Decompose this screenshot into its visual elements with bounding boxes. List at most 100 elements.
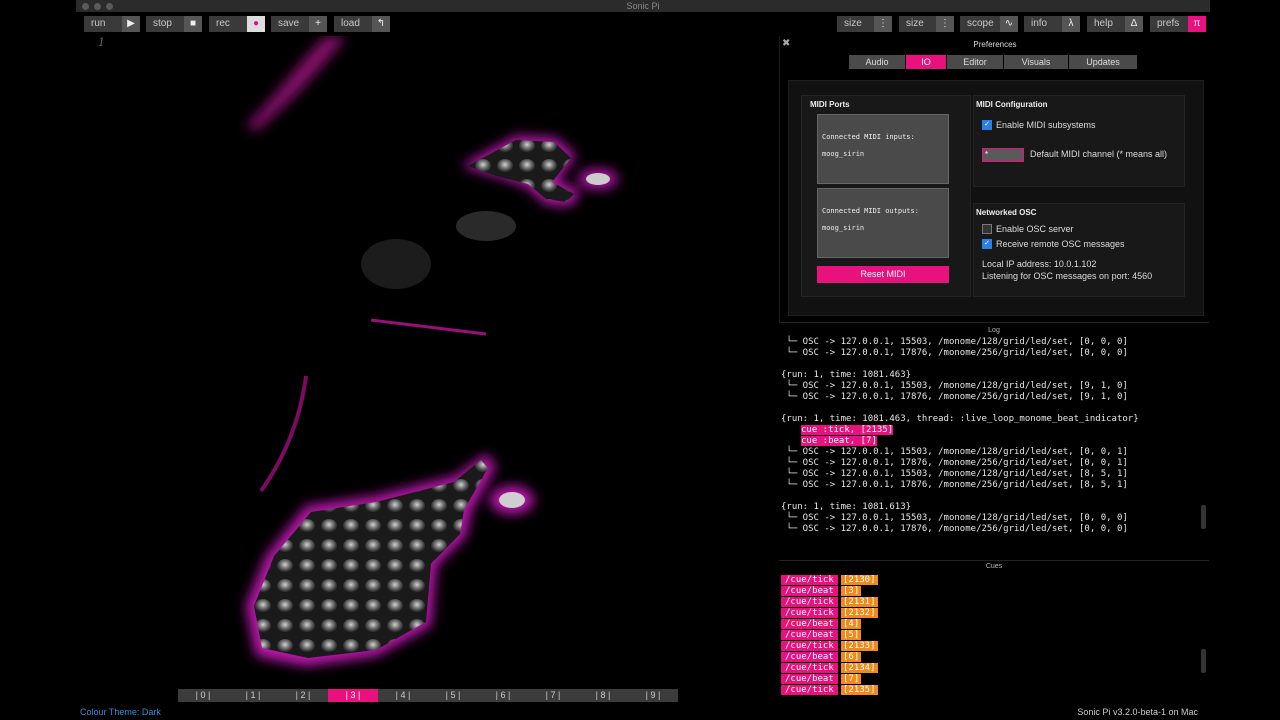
receive-remote-osc-checkbox[interactable]: ✓ Receive remote OSC messages <box>982 239 1125 249</box>
cues-title: Cues <box>985 563 1003 570</box>
info-button[interactable]: info λ <box>1024 16 1080 32</box>
cue-path: /cue/tick <box>781 597 838 607</box>
preferences-panel: ✖ Preferences Audio IO Editor Visuals Up… <box>779 36 1210 322</box>
cues-panel[interactable]: Cues /cue/tick [2130]/cue/beat [3]/cue/tic… <box>779 560 1209 701</box>
buffer-tab-1[interactable]: | 1 | <box>228 689 278 702</box>
help-label: help <box>1094 18 1113 29</box>
log-line: {run: 1, time: 1081.463, thread: :live_l… <box>781 414 1139 424</box>
line-number: 1 <box>98 36 105 49</box>
log-line: cue :beat, [7] <box>801 436 877 446</box>
cue-value: [2134] <box>841 663 878 673</box>
cue-row: /cue/tick [2135] <box>781 685 878 695</box>
tab-visuals[interactable]: Visuals <box>1004 55 1068 69</box>
midi-inputs-box: Connected MIDI inputs: moog_sirin <box>817 114 949 184</box>
cue-path: /cue/tick <box>781 608 838 618</box>
buffer-tab-6[interactable]: | 6 | <box>478 689 528 702</box>
enable-osc-server-checkbox[interactable]: Enable OSC server <box>982 224 1074 234</box>
cue-value: [7] <box>841 674 862 684</box>
stop-label: stop <box>153 18 172 29</box>
stop-button[interactable]: stop ■ <box>146 16 202 32</box>
midi-outputs-value: moog_sirin <box>822 224 865 232</box>
cue-value: [2130] <box>841 575 878 585</box>
cue-path: /cue/beat <box>781 586 838 596</box>
device-shadow <box>456 211 516 241</box>
buffer-tab-9[interactable]: | 9 | <box>628 689 678 702</box>
cue-value: [5] <box>841 630 862 640</box>
size-up-icon: ⋮ <box>936 16 954 32</box>
cue-row: /cue/beat [6] <box>781 652 862 662</box>
cue-row: /cue/tick [2131] <box>781 597 878 607</box>
cue-row: /cue/beat [7] <box>781 674 862 684</box>
tab-audio[interactable]: Audio <box>849 55 905 69</box>
cue-value: [2131] <box>841 597 878 607</box>
plus-icon: + <box>309 16 327 32</box>
reset-midi-button[interactable]: Reset MIDI <box>817 266 949 283</box>
text-size-up-button[interactable]: size ⋮ <box>899 16 954 32</box>
networked-osc-group: Networked OSC Enable OSC server ✓ Receive… <box>973 203 1185 297</box>
cue-path: /cue/beat <box>781 630 838 640</box>
enable-midi-checkbox[interactable]: ✓ Enable MIDI subsystems <box>982 120 1096 130</box>
log-line: └─ OSC -> 127.0.0.1, 17876, /monome/256/… <box>781 458 1128 468</box>
buffer-tab-3[interactable]: | 3 | <box>328 689 378 702</box>
log-line: └─ OSC -> 127.0.0.1, 15503, /monome/128/… <box>781 337 1128 347</box>
tab-io[interactable]: IO <box>906 55 946 69</box>
log-line: └─ OSC -> 127.0.0.1, 15503, /monome/128/… <box>781 469 1128 479</box>
cue-path: /cue/tick <box>781 575 838 585</box>
visualizer-background <box>246 36 618 666</box>
networked-osc-title: Networked OSC <box>976 208 1037 217</box>
cue-path: /cue/beat <box>781 619 838 629</box>
colour-theme-link[interactable]: Colour Theme: Dark <box>80 707 161 717</box>
close-window-icon[interactable] <box>82 3 89 10</box>
light-streak <box>246 36 346 131</box>
rec-button[interactable]: rec ● <box>209 16 265 32</box>
preferences-title: Preferences <box>973 40 1017 49</box>
run-button[interactable]: run ▶ <box>84 16 140 32</box>
help-button[interactable]: help Δ <box>1087 16 1143 32</box>
rec-label: rec <box>216 18 230 29</box>
log-scrollbar[interactable] <box>1201 505 1206 529</box>
buffer-tab-7[interactable]: | 7 | <box>528 689 578 702</box>
waveform-icon: ∿ <box>1000 16 1018 32</box>
buffer-tab-4[interactable]: | 4 | <box>378 689 428 702</box>
midi-channel-input[interactable]: * <box>982 148 1024 162</box>
midi-outputs-label: Connected MIDI outputs: <box>822 207 919 215</box>
scope-button[interactable]: scope ∿ <box>960 16 1018 32</box>
log-line: cue :tick, [2135] <box>801 425 894 435</box>
cue-row: /cue/tick [2130] <box>781 575 878 585</box>
log-line: └─ OSC -> 127.0.0.1, 15503, /monome/128/… <box>781 513 1128 523</box>
cue-row: /cue/beat [3] <box>781 586 862 596</box>
knob <box>499 492 525 508</box>
cue-row: /cue/beat [5] <box>781 630 862 640</box>
knob <box>586 173 610 185</box>
midi-ports-title: MIDI Ports <box>810 100 850 109</box>
tab-updates[interactable]: Updates <box>1069 55 1137 69</box>
buffer-tab-0[interactable]: | 0 | <box>178 689 228 702</box>
controller-keys-top <box>468 140 574 202</box>
log-cue-highlight: cue :tick, [2135] <box>801 425 894 435</box>
controller-keys-bottom <box>254 460 488 658</box>
stop-icon: ■ <box>184 16 202 32</box>
buffer-tab-5[interactable]: | 5 | <box>428 689 478 702</box>
minimize-window-icon[interactable] <box>94 3 101 10</box>
buffer-tab-2[interactable]: | 2 | <box>278 689 328 702</box>
log-line: {run: 1, time: 1081.613} <box>781 502 912 512</box>
play-icon: ▶ <box>122 16 140 32</box>
cue-row: /cue/tick [2132] <box>781 608 878 618</box>
prefs-button[interactable]: prefs π <box>1150 16 1206 32</box>
save-button[interactable]: save + <box>271 16 327 32</box>
cue-value: [3] <box>841 586 862 596</box>
load-button[interactable]: load ↰ <box>334 16 390 32</box>
cue-path: /cue/tick <box>781 641 838 651</box>
checkmark-icon: ✓ <box>982 120 992 130</box>
log-panel[interactable]: Log └─ OSC -> 127.0.0.1, 15503, /monome/… <box>779 322 1209 561</box>
tab-editor[interactable]: Editor <box>947 55 1003 69</box>
buffer-tab-8[interactable]: | 8 | <box>578 689 628 702</box>
zoom-window-icon[interactable] <box>106 3 113 10</box>
cues-scrollbar[interactable] <box>1201 649 1206 673</box>
load-icon: ↰ <box>372 16 390 32</box>
text-size-down-button[interactable]: size ⋮ <box>837 16 892 32</box>
midi-inputs-label: Connected MIDI inputs: <box>822 133 915 141</box>
code-editor[interactable]: 1 <box>76 36 778 688</box>
enable-midi-label: Enable MIDI subsystems <box>996 120 1096 130</box>
midi-ports-group: MIDI Ports Connected MIDI inputs: moog_s… <box>801 95 971 297</box>
